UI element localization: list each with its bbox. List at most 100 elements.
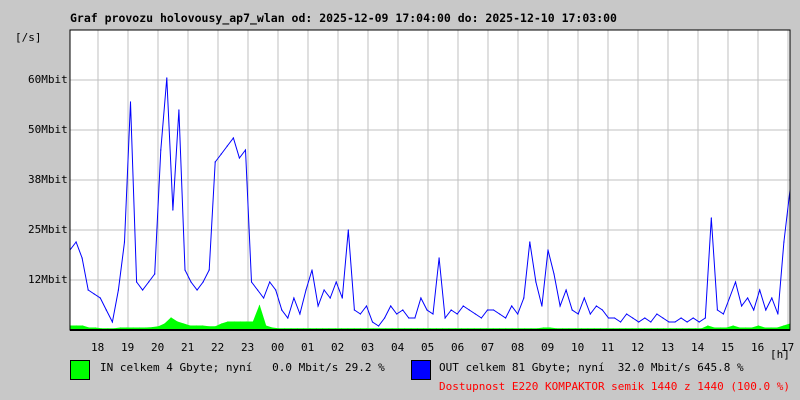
data-point-out xyxy=(498,313,501,315)
traffic-chart xyxy=(69,29,791,331)
data-point-in xyxy=(776,327,778,329)
data-point-out xyxy=(123,241,126,243)
availability-text: Dostupnost E220 KOMPAKTOR semik 1440 z 1… xyxy=(439,380,790,393)
data-point-out xyxy=(390,305,392,307)
legend-in-swatch xyxy=(70,360,90,380)
data-point-out xyxy=(704,317,706,319)
data-point-out xyxy=(783,241,785,243)
data-point-out xyxy=(305,289,307,291)
data-point-in xyxy=(745,327,747,329)
data-point-out xyxy=(111,321,113,323)
data-point-out xyxy=(547,249,549,251)
data-point-out xyxy=(619,321,622,323)
data-point-in xyxy=(157,326,160,328)
data-point-in xyxy=(170,317,172,319)
data-point-out xyxy=(93,293,95,295)
data-point-out xyxy=(529,241,531,243)
x-tick-label: 22 xyxy=(210,341,225,354)
data-point-out xyxy=(462,305,464,307)
x-tick-label: 11 xyxy=(600,341,615,354)
data-point-out xyxy=(220,153,222,155)
data-point-out xyxy=(226,145,228,147)
y-tick-label: 50Mbit xyxy=(28,123,68,136)
data-point-out xyxy=(269,281,271,283)
data-point-out xyxy=(81,257,83,259)
data-point-in xyxy=(183,323,185,325)
data-point-in xyxy=(94,327,96,329)
x-tick-label: 01 xyxy=(300,341,315,354)
data-point-out xyxy=(728,297,731,299)
data-point-out xyxy=(583,297,585,299)
data-point-out xyxy=(565,289,567,291)
data-point-out xyxy=(595,305,597,307)
data-point-out xyxy=(250,281,253,283)
data-point-in xyxy=(764,327,766,329)
data-point-in xyxy=(208,326,210,328)
x-tick-label: 08 xyxy=(510,341,525,354)
data-point-out xyxy=(577,313,579,315)
data-point-out xyxy=(75,241,77,243)
data-point-out xyxy=(722,313,725,315)
data-point-out xyxy=(450,309,452,311)
data-point-in xyxy=(195,325,197,327)
data-point-in xyxy=(707,325,709,327)
data-point-out xyxy=(571,309,573,311)
x-tick-label: 21 xyxy=(180,341,195,354)
x-tick-label: 03 xyxy=(360,341,375,354)
data-point-in xyxy=(770,327,772,329)
x-tick-label: 09 xyxy=(540,341,555,354)
x-tick-label: 19 xyxy=(120,341,135,354)
x-tick-label: 14 xyxy=(690,341,705,354)
data-point-out xyxy=(287,317,289,319)
data-point-out xyxy=(734,281,737,283)
data-point-in xyxy=(214,326,216,328)
data-point-out xyxy=(692,317,694,319)
x-tick-label: 17 xyxy=(780,341,795,354)
data-point-out xyxy=(686,321,688,323)
data-point-out xyxy=(668,321,670,323)
data-point-out xyxy=(335,281,337,283)
x-tick-label: 00 xyxy=(270,341,285,354)
x-tick-label: 04 xyxy=(390,341,405,354)
data-point-in xyxy=(75,325,77,327)
data-point-out xyxy=(202,281,204,283)
data-point-out xyxy=(650,321,652,323)
data-point-in xyxy=(164,323,166,325)
y-tick-label: 60Mbit xyxy=(28,73,68,86)
data-point-out xyxy=(190,281,192,283)
data-point-out xyxy=(523,297,525,299)
data-point-in xyxy=(88,327,90,329)
data-point-out xyxy=(377,325,380,327)
data-point-out xyxy=(480,317,483,319)
data-point-out xyxy=(402,309,404,311)
data-point-out xyxy=(517,313,519,315)
data-point-out xyxy=(281,309,283,311)
x-tick-label: 06 xyxy=(450,341,465,354)
data-point-out xyxy=(535,281,537,283)
data-point-out xyxy=(716,309,718,311)
data-point-out xyxy=(747,297,749,299)
x-tick-label: 18 xyxy=(90,341,105,354)
data-point-out xyxy=(129,101,132,103)
data-point-out xyxy=(293,297,295,299)
data-point-out xyxy=(214,161,216,163)
data-point-out xyxy=(396,313,398,315)
data-point-out xyxy=(607,317,610,319)
data-point-out xyxy=(166,77,168,79)
data-point-in xyxy=(227,321,229,323)
data-point-out xyxy=(680,317,682,319)
data-point-in xyxy=(258,305,261,307)
data-point-out xyxy=(172,209,174,211)
data-point-in xyxy=(138,327,141,329)
data-point-out xyxy=(311,269,313,271)
data-point-out xyxy=(160,149,162,151)
legend-out-swatch xyxy=(411,360,431,380)
x-tick-label: 20 xyxy=(150,341,165,354)
data-point-out xyxy=(426,309,428,311)
data-point-out xyxy=(626,313,628,315)
data-point-out xyxy=(256,289,259,291)
data-point-out xyxy=(456,313,458,315)
x-tick-label: 23 xyxy=(240,341,255,354)
data-point-out xyxy=(178,109,180,111)
data-point-out xyxy=(384,317,386,319)
